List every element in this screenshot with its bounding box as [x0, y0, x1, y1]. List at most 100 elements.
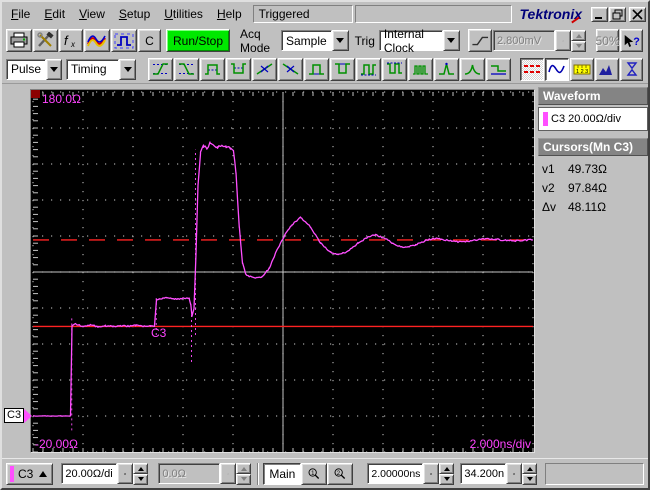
spin-down-icon[interactable]	[133, 474, 149, 485]
measure-neg-duty-button[interactable]	[382, 57, 407, 81]
divider	[257, 462, 260, 485]
close-icon	[632, 8, 643, 20]
spin-up-icon[interactable]	[236, 463, 252, 474]
horizontal-delay-value[interactable]: 34.200n	[460, 463, 507, 484]
measure-pos-duty-button[interactable]	[356, 57, 381, 81]
spin-up-icon[interactable]	[522, 463, 538, 474]
channel-select-button[interactable]: C3	[6, 462, 54, 485]
menu-items: File Edit View Setup Utilities Help	[4, 4, 249, 24]
keypad-button[interactable]	[555, 30, 571, 51]
rising-slope-icon	[471, 36, 488, 45]
fall-cross-icon	[282, 62, 300, 76]
spin-down-icon[interactable]	[571, 41, 586, 52]
vertical-offset-spinner: 0.0Ω	[158, 463, 252, 485]
vertical-scale-value[interactable]: 20.00Ω/di	[61, 463, 118, 484]
measure-pos-width-button[interactable]	[200, 57, 225, 81]
waveform-plot[interactable]: 180.0Ω -20.00Ω 2.000ns/div C3	[30, 89, 535, 454]
trig-slope-button[interactable]	[467, 29, 492, 52]
menu-bar: File Edit View Setup Utilities Help Triggered…	[2, 2, 648, 26]
view-toggle-buttons: 1 2 3	[520, 57, 644, 81]
histogram-toggle-button[interactable]	[595, 57, 619, 81]
measure-bell-peak-button[interactable]	[460, 57, 485, 81]
measure-pos-peak-button[interactable]	[434, 57, 459, 81]
spin-down-icon[interactable]	[236, 474, 252, 485]
set-level-50-button[interactable]: 50%	[595, 29, 620, 52]
horizontal-scale-value[interactable]: 2.00000ns	[367, 463, 424, 484]
measure-fall-time-button[interactable]	[174, 57, 199, 81]
measure-neg-pulse-button[interactable]	[330, 57, 355, 81]
timebase-main-button[interactable]: Main	[263, 462, 302, 485]
horizontal-delay-spinner: 34.200n	[460, 463, 538, 485]
trace-c3-label: C3	[151, 326, 167, 340]
acq-mode-select[interactable]: Sample	[280, 30, 349, 51]
mag2-button[interactable]: 2	[327, 462, 354, 485]
horizontal-scale-spinner: 2.00000ns	[367, 463, 455, 485]
channel-c3-marker[interactable]: C3	[4, 408, 39, 423]
waveform-view-toggle-button[interactable]	[545, 57, 569, 81]
measure-subcategory-select[interactable]: Timing	[66, 58, 136, 80]
cursors-toggle-button[interactable]	[520, 57, 544, 81]
trig-level-value: 2.800mV	[493, 30, 555, 51]
spin-arrows	[571, 30, 586, 52]
spin-up-icon[interactable]	[133, 463, 149, 474]
combo-arrow-icon[interactable]	[442, 30, 460, 51]
measure-pos-pulse-button[interactable]	[304, 57, 329, 81]
spin-up-icon[interactable]	[439, 463, 455, 474]
up-triangle-icon	[39, 467, 48, 477]
spin-down-icon[interactable]	[439, 474, 455, 485]
help-arrow-icon: ?	[624, 34, 640, 48]
mask-toggle-button[interactable]	[620, 57, 643, 81]
waveforms-button[interactable]	[84, 29, 110, 52]
menu-setup[interactable]: Setup	[112, 4, 157, 24]
keypad-button[interactable]	[220, 463, 237, 484]
channel-color-swatch	[10, 465, 14, 482]
readout-Δv: Δv 48.11Ω	[542, 200, 607, 214]
run-stop-button[interactable]: Run/Stop	[166, 29, 231, 52]
tools-button[interactable]	[33, 29, 58, 52]
spin-arrows	[439, 463, 455, 485]
measure-fall-cross-button[interactable]	[278, 57, 303, 81]
keypad-button[interactable]	[117, 463, 134, 484]
trig-source-select[interactable]: Internal Clock	[378, 27, 460, 55]
minimize-button[interactable]	[591, 6, 608, 22]
measure-icon: 1 2 3	[573, 62, 591, 76]
close-button[interactable]	[629, 6, 646, 22]
trig-level-spinner: 2.800mV	[493, 30, 586, 52]
function-button[interactable]: fx	[59, 29, 83, 52]
combo-arrow-icon[interactable]	[119, 58, 136, 80]
keypad-icon	[124, 472, 127, 475]
clear-button[interactable]: C	[138, 29, 161, 52]
menu-view[interactable]: View	[72, 4, 112, 24]
menu-edit[interactable]: Edit	[37, 4, 72, 24]
measure-rise-time-button[interactable]	[148, 57, 173, 81]
measure-settle-time-button[interactable]	[486, 57, 511, 81]
tools-icon	[36, 32, 55, 49]
combo-arrow-icon[interactable]	[46, 58, 62, 80]
spin-arrows	[522, 463, 538, 485]
restore-button[interactable]	[609, 6, 626, 22]
waveform-list-entry[interactable]: C3 20.00Ω/div	[538, 107, 648, 131]
keypad-button[interactable]	[423, 463, 440, 484]
menu-utilities[interactable]: Utilities	[157, 4, 210, 24]
spin-up-icon[interactable]	[571, 30, 586, 41]
spin-down-icon[interactable]	[522, 474, 538, 485]
context-help-button[interactable]: ?	[620, 29, 643, 52]
measure-burst-button[interactable]	[408, 57, 433, 81]
vertical-top-label: 180.0Ω	[42, 92, 81, 106]
measure-neg-width-button[interactable]	[226, 57, 251, 81]
keypad-button[interactable]	[506, 463, 523, 484]
bell-peak-icon	[464, 62, 482, 76]
mag1-button[interactable]: 1	[301, 462, 328, 485]
measure-rise-cross-button[interactable]	[252, 57, 277, 81]
menu-file[interactable]: File	[4, 4, 37, 24]
measure-toggle-button[interactable]: 1 2 3	[570, 57, 594, 81]
pulse-select-button[interactable]	[111, 29, 137, 52]
measure-category-select[interactable]: Pulse	[6, 58, 62, 80]
menu-help[interactable]: Help	[210, 4, 249, 24]
svg-text:1 2 3: 1 2 3	[576, 69, 588, 75]
combo-arrow-icon[interactable]	[331, 30, 349, 51]
print-button[interactable]	[6, 29, 32, 52]
minimize-icon	[595, 16, 602, 19]
vertical-scale-spinner: 20.00Ω/di	[61, 463, 149, 485]
main-toolbar: fx C Run/Stop Acq Mode Sample Trig Inter…	[2, 26, 648, 55]
